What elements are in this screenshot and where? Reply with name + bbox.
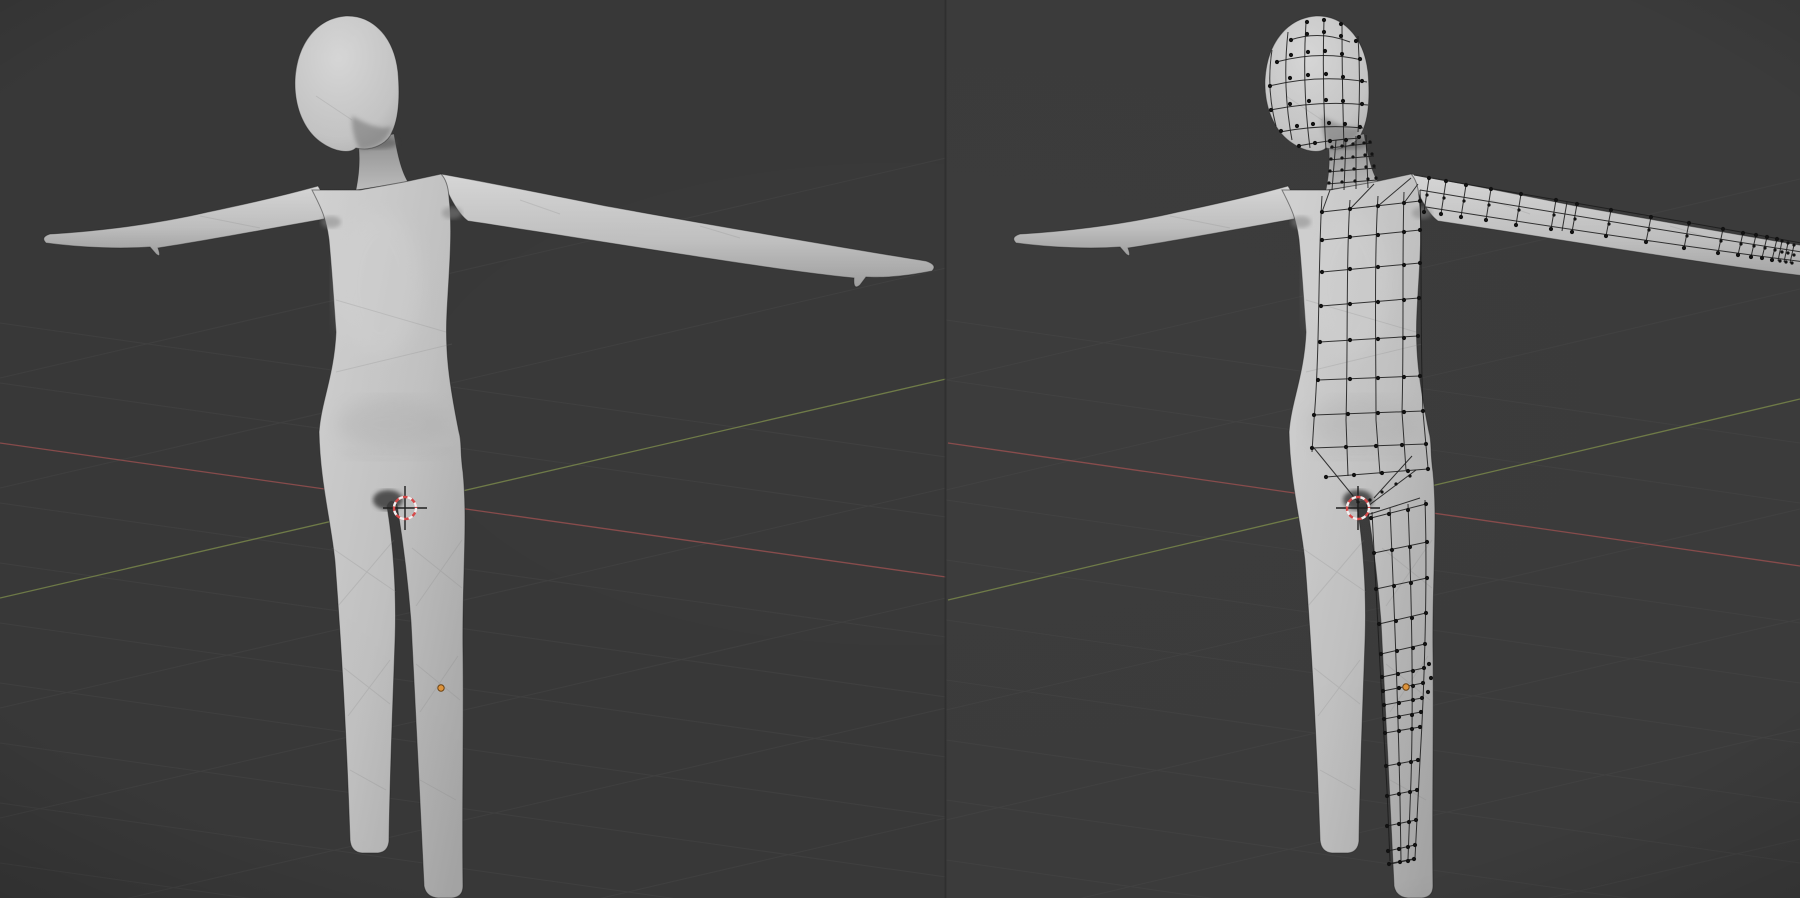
selected-vertex-dot[interactable] [1403, 684, 1409, 690]
viewport-wireframe[interactable] [946, 0, 1800, 898]
object-origin-dot[interactable] [438, 685, 444, 691]
viewport-shaded[interactable] [0, 0, 946, 898]
viewport-seam-divider [945, 0, 947, 898]
viewport-comparison [0, 0, 1800, 898]
scene-svg [0, 0, 1800, 898]
